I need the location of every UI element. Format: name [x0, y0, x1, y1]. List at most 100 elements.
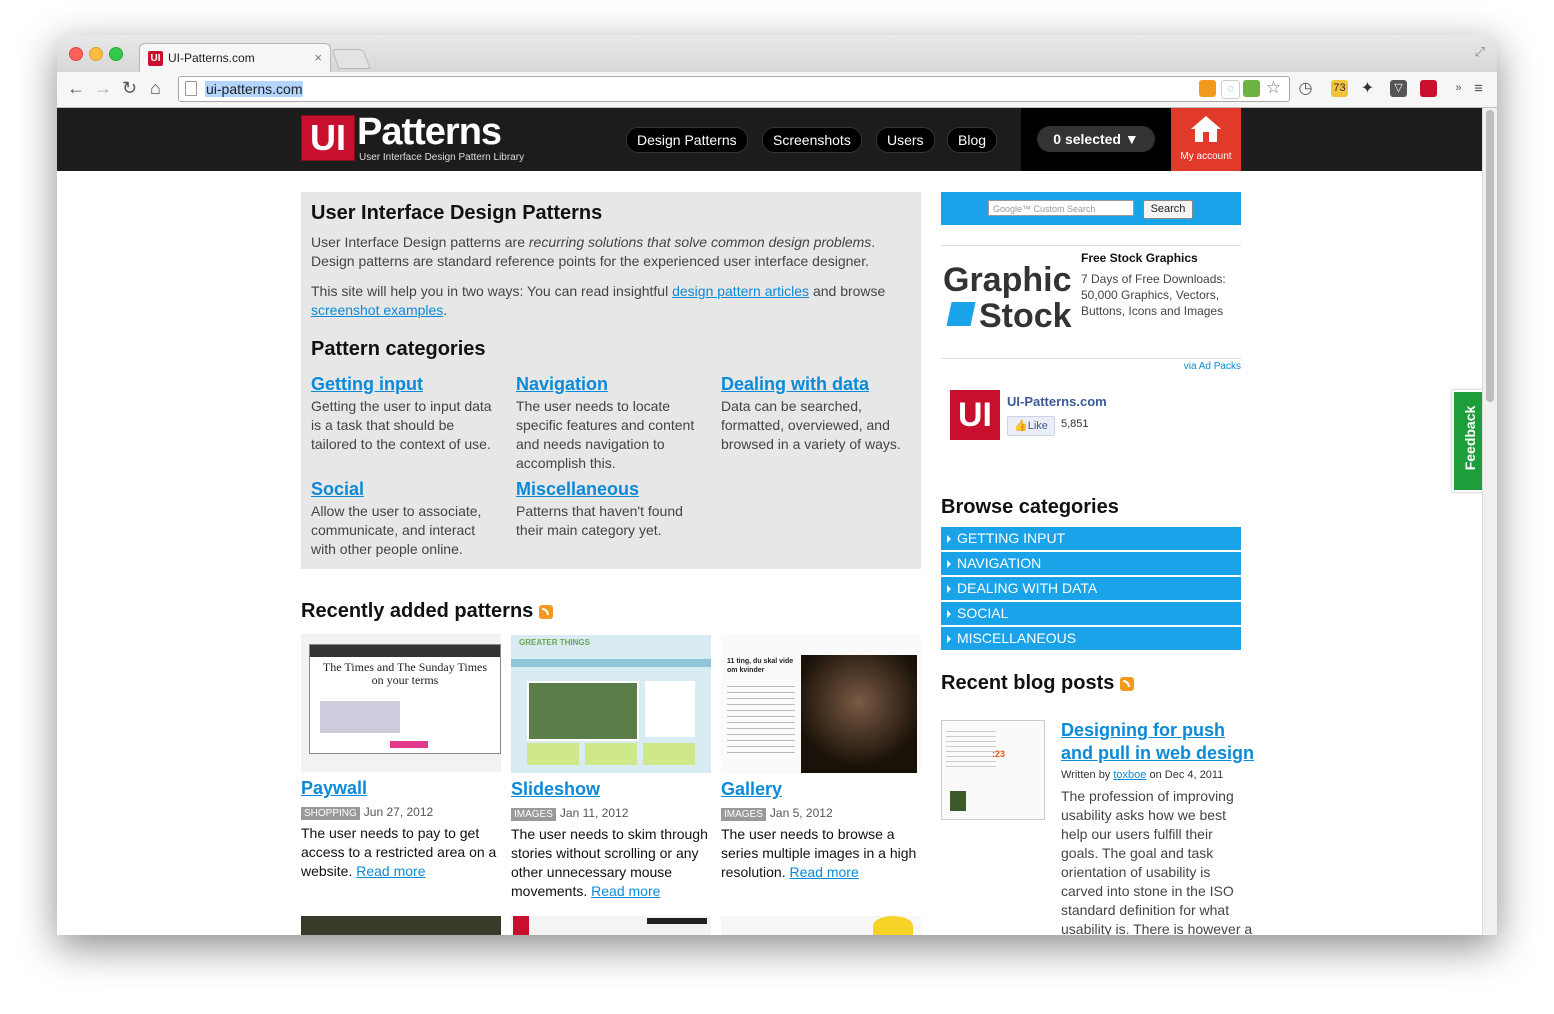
site-header: UI Patterns User Interface Design Patter… [57, 108, 1483, 171]
tab-close-icon[interactable]: × [314, 50, 322, 65]
browse-item-getting-input[interactable]: GETTING INPUT [941, 527, 1241, 550]
fullscreen-icon[interactable]: ⤢ [1475, 44, 1485, 60]
pattern-card-paywall: The Times and The Sunday Times on your t… [301, 634, 501, 881]
read-more-link[interactable]: Read more [356, 863, 425, 879]
stay-tile [585, 743, 637, 765]
pattern-title[interactable]: Slideshow [511, 779, 711, 800]
browse-item-social[interactable]: SOCIAL [941, 602, 1241, 625]
see-tile [527, 743, 579, 765]
notes-extension-icon[interactable]: 73 [1331, 80, 1348, 97]
pattern-title[interactable]: Paywall [301, 778, 501, 799]
next-pattern-thumbnail-3[interactable] [721, 916, 921, 935]
slideshow-events [645, 681, 695, 737]
url-text[interactable]: ui-patterns.com [205, 81, 304, 97]
category-social: Social Allow the user to associate, comm… [311, 479, 501, 559]
pattern-card-slideshow: GREATER THINGS Slideshow IMAGES Jan 11, 2… [511, 635, 711, 901]
rss-icon[interactable] [539, 604, 554, 619]
scrollbar-thumb[interactable] [1486, 110, 1494, 402]
category-description: The user needs to locate specific featur… [516, 398, 695, 471]
category-title[interactable]: Navigation [516, 374, 706, 395]
paywall-dialog: The Times and The Sunday Times on your t… [309, 644, 501, 754]
screenshot-examples-link[interactable]: screenshot examples [311, 302, 443, 318]
pattern-tag[interactable]: IMAGES [721, 808, 766, 821]
blog-post-thumbnail[interactable]: :23 [941, 720, 1045, 820]
thumbs-up-icon: 👍 [1014, 420, 1028, 432]
pattern-tag[interactable]: SHOPPING [301, 807, 360, 820]
browse-item-navigation[interactable]: NAVIGATION [941, 552, 1241, 575]
category-navigation: Navigation The user needs to locate spec… [516, 374, 706, 473]
nav-screenshots[interactable]: Screenshots [762, 127, 862, 153]
pocket-icon[interactable]: ▽ [1390, 80, 1407, 97]
forward-icon[interactable]: → [94, 79, 112, 97]
fb-page-name[interactable]: UI-Patterns.com [1007, 394, 1107, 409]
blog-date: on Dec 4, 2011 [1146, 769, 1224, 781]
read-more-link[interactable]: Read more [789, 864, 858, 880]
pattern-title[interactable]: Gallery [721, 779, 921, 800]
browse-item-dealing-with-data[interactable]: DEALING WITH DATA [941, 577, 1241, 600]
paywall-dialog-bar [310, 645, 500, 657]
category-dealing-with-data: Dealing with data Data can be searched, … [721, 374, 911, 454]
feedback-tab[interactable]: Feedback [1452, 390, 1483, 492]
back-icon[interactable]: ← [67, 79, 85, 97]
close-window-button[interactable] [69, 47, 83, 61]
fb-page-logo[interactable]: UI [950, 390, 1000, 440]
graphicstock-mark-icon [946, 302, 976, 326]
design-pattern-articles-link[interactable]: design pattern articles [672, 283, 809, 299]
thumb-timer-image: :23 [992, 749, 1006, 759]
search-input[interactable]: Google™ Custom Search [988, 200, 1134, 216]
category-title[interactable]: Getting input [311, 374, 501, 395]
next-pattern-thumbnail-2[interactable] [511, 916, 711, 935]
rss-extension-icon[interactable] [1199, 80, 1216, 97]
rss-icon[interactable] [1120, 676, 1135, 691]
pattern-date: Jan 5, 2012 [769, 806, 833, 820]
minimize-window-button[interactable] [89, 47, 103, 61]
picker-extension-icon[interactable]: ✦ [1359, 80, 1376, 97]
next-pattern-thumbnail-1[interactable] [301, 916, 501, 935]
fb-like-button[interactable]: 👍Like [1007, 416, 1055, 436]
read-more-link[interactable]: Read more [591, 883, 660, 899]
browser-toolbar: ← → ↻ ⌂ ui-patterns.com ◌ ☆ ◷ 73 ✦ ▽ » ≡ [57, 72, 1497, 108]
ad-block[interactable]: Graphic Stock Free Stock Graphics 7 Days… [941, 245, 1241, 359]
subscribe-button-image [390, 741, 428, 748]
history-icon[interactable]: ◷ [1297, 80, 1314, 97]
blog-post-title[interactable]: Designing for push and pull in web desig… [1061, 719, 1261, 765]
selected-dropdown[interactable]: 0 selected ▼ [1037, 126, 1155, 152]
gallery-thumbnail[interactable]: 11 ting, du skal vide om kvinder [721, 635, 921, 773]
browser-tab[interactable]: UI UI-Patterns.com × [139, 43, 331, 73]
page-action-icon[interactable] [1243, 80, 1260, 97]
favicon-icon: UI [148, 51, 163, 66]
refresh-extension-icon[interactable]: ◌ [1221, 80, 1240, 99]
slideshow-thumbnail[interactable]: GREATER THINGS [511, 635, 711, 773]
new-tab-button[interactable] [331, 49, 371, 69]
nav-blog[interactable]: Blog [947, 127, 998, 153]
page-title: User Interface Design Patterns [311, 202, 603, 224]
more-extensions-icon[interactable]: » [1450, 80, 1467, 97]
nav-users[interactable]: Users [876, 127, 935, 153]
gallery-photo [801, 655, 917, 773]
category-title[interactable]: Miscellaneous [516, 479, 706, 500]
zoom-window-button[interactable] [109, 47, 123, 61]
category-title[interactable]: Dealing with data [721, 374, 911, 395]
blog-post-meta: Written by toxboe on Dec 4, 2011 [1061, 769, 1223, 781]
pattern-tag[interactable]: IMAGES [511, 808, 556, 821]
nav-design-patterns[interactable]: Design Patterns [626, 127, 748, 153]
address-bar[interactable]: ui-patterns.com ◌ ☆ [178, 76, 1290, 102]
blog-author-link[interactable]: toxboe [1113, 769, 1146, 781]
search-button[interactable]: Search [1143, 200, 1193, 219]
paywall-thumbnail[interactable]: The Times and The Sunday Times on your t… [301, 634, 501, 772]
vertical-scrollbar[interactable] [1482, 108, 1497, 935]
ad-via-link[interactable]: via Ad Packs [941, 361, 1241, 372]
intro-text: This site will help you in two ways: You… [311, 283, 673, 299]
red-extension-icon[interactable] [1420, 80, 1437, 97]
menu-icon[interactable]: ≡ [1470, 80, 1487, 97]
recent-blog-title: Recent blog posts [941, 672, 1115, 694]
recently-added-title: Recently added patterns [301, 600, 534, 622]
category-title[interactable]: Social [311, 479, 501, 500]
browse-item-miscellaneous[interactable]: MISCELLANEOUS [941, 627, 1241, 650]
my-account-button[interactable]: My account [1171, 108, 1241, 171]
reload-icon[interactable]: ↻ [122, 79, 137, 97]
fb-like-count: 5,851 [1061, 418, 1089, 430]
intro-panel: User Interface Design Patterns User Inte… [301, 192, 921, 569]
bookmark-star-icon[interactable]: ☆ [1265, 79, 1282, 96]
home-icon[interactable]: ⌂ [150, 79, 161, 97]
